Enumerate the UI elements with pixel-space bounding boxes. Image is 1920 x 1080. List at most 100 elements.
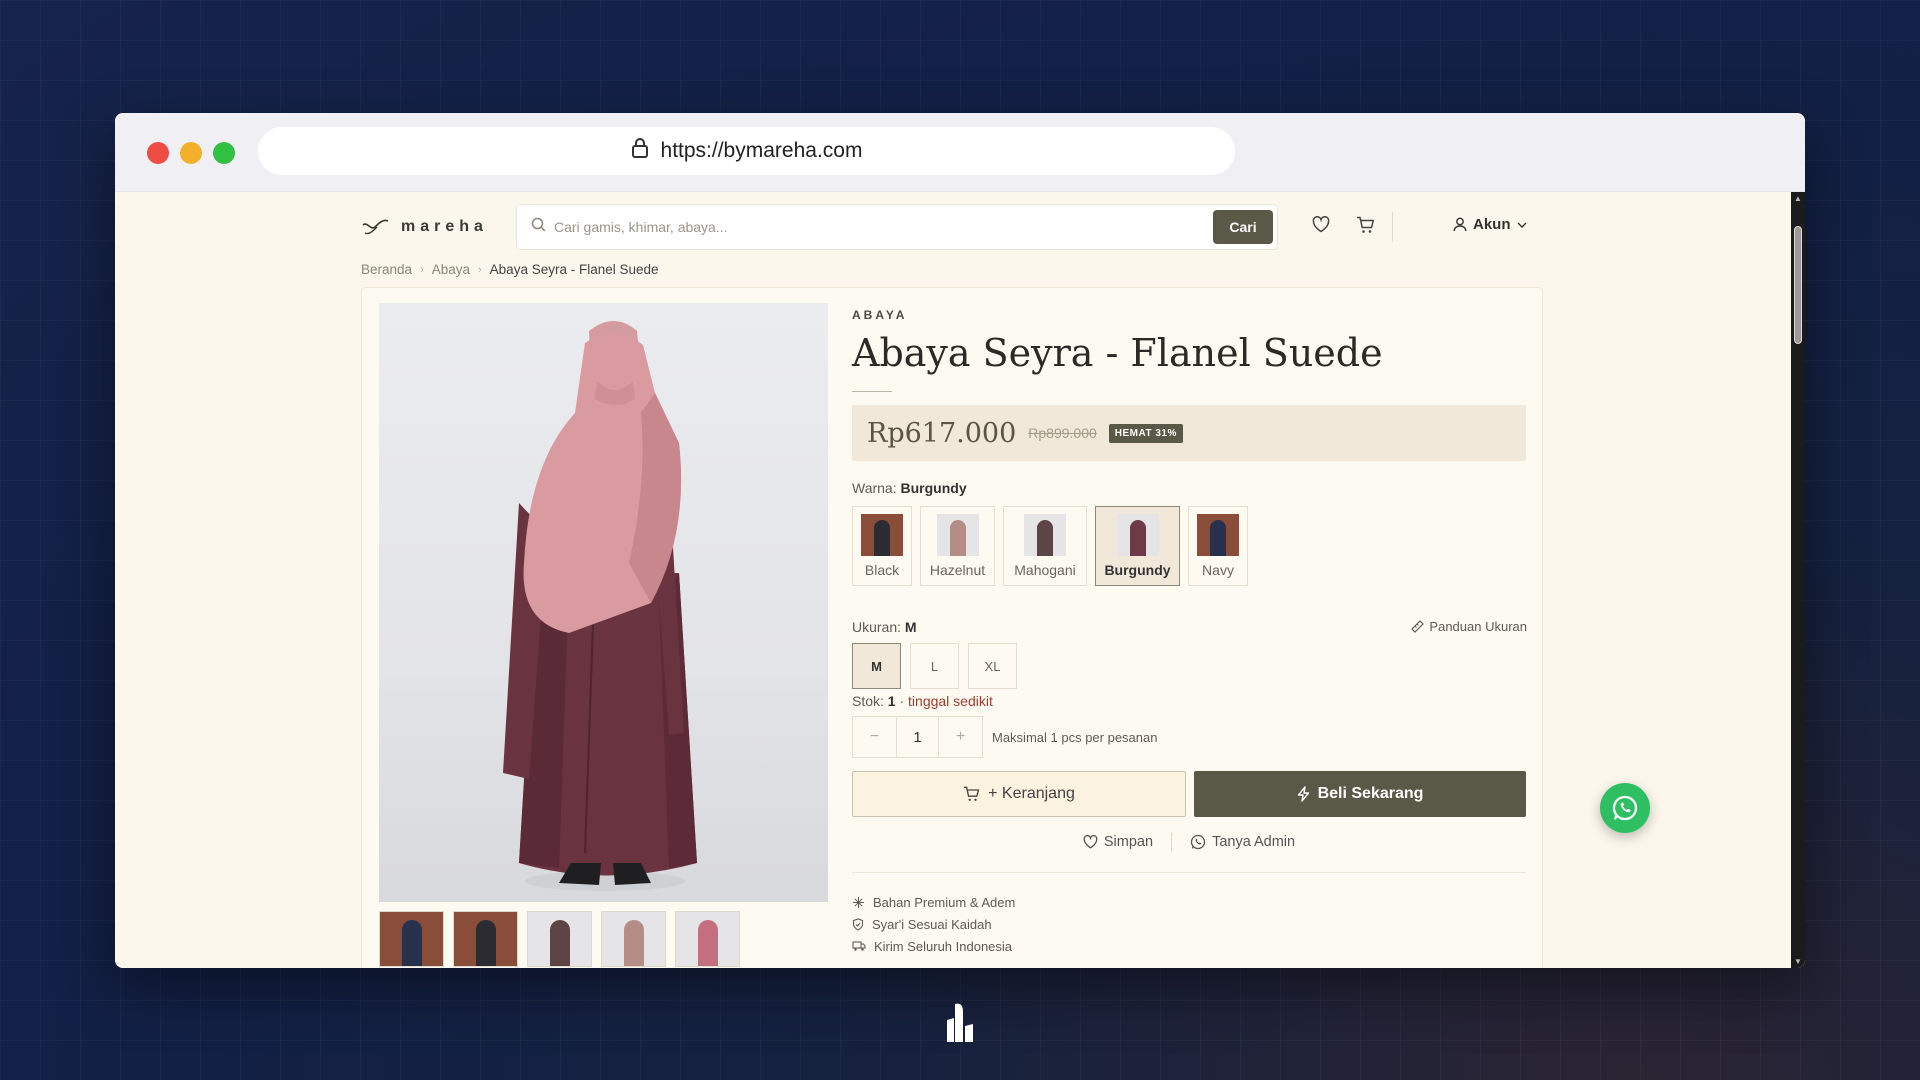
breadcrumb-chevron-icon: › [420, 263, 424, 276]
size-guide-link[interactable]: Panduan Ukuran [1411, 619, 1527, 634]
size-label: Ukuran: M [852, 619, 917, 635]
feature-label: Bahan Premium & Adem [873, 894, 1016, 910]
quantity-note: Maksimal 1 pcs per pesanan [992, 730, 1158, 745]
scroll-down-arrow-icon[interactable]: ▼ [1791, 957, 1805, 966]
color-option-navy[interactable]: Navy [1188, 506, 1248, 586]
quantity-stepper: − 1 + [852, 716, 983, 758]
address-bar[interactable]: https://bymareha.com [258, 127, 1235, 175]
color-swatch [1116, 514, 1159, 556]
color-option-hazelnut[interactable]: Hazelnut [920, 506, 995, 586]
product-price: Rp617.000 [867, 417, 1017, 449]
user-icon [1453, 217, 1467, 232]
swatch-figure [1037, 520, 1053, 556]
color-swatch [936, 514, 979, 556]
title-divider [852, 391, 892, 392]
product-price-original: Rp899.000 [1028, 425, 1097, 441]
breadcrumb-category[interactable]: Abaya [432, 262, 470, 277]
product-card: ABAYA Abaya Seyra - Flanel Suede Rp617.0… [361, 287, 1543, 968]
feature-label: Syar'i Sesuai Kaidah [872, 916, 992, 932]
color-label-text: Warna: [852, 480, 897, 496]
size-label-text: Ukuran: [852, 619, 902, 635]
quantity-decrement-button[interactable]: − [853, 717, 896, 757]
size-option-m[interactable]: M [852, 643, 901, 689]
swatch-figure [1129, 520, 1146, 556]
site-logo[interactable]: mareha [361, 217, 488, 237]
stock-low-note: · tinggal sedikit [899, 693, 993, 709]
color-option-burgundy[interactable]: Burgundy [1095, 506, 1180, 586]
product-thumbnail[interactable] [527, 911, 592, 967]
product-thumbnail[interactable] [379, 911, 444, 967]
color-option-label: Black [864, 562, 900, 578]
size-option-l[interactable]: L [910, 643, 959, 689]
truck-icon [852, 941, 866, 951]
wishlist-heart-icon[interactable] [1312, 216, 1330, 238]
page-scrollbar[interactable]: ▲ ▼ [1791, 192, 1805, 968]
color-swatch [861, 514, 903, 556]
stock-label: Stok: [852, 693, 884, 709]
account-menu[interactable]: Akun [1453, 216, 1527, 233]
url-text: https://bymareha.com [660, 139, 863, 162]
size-option-xl[interactable]: XL [968, 643, 1017, 689]
whatsapp-chat-button[interactable] [1600, 783, 1650, 833]
maximize-window-button[interactable] [213, 142, 235, 164]
swatch-figure [874, 520, 890, 556]
color-option-mahogani[interactable]: Mahogani [1003, 506, 1087, 586]
color-option-black[interactable]: Black [852, 506, 912, 586]
product-thumbnail[interactable] [601, 911, 666, 967]
feature-list: Bahan Premium & Adem Syar'i Sesuai Kaida… [852, 891, 1015, 957]
size-guide-label: Panduan Ukuran [1429, 619, 1527, 634]
whatsapp-icon [1190, 834, 1206, 850]
product-category: ABAYA [852, 308, 908, 322]
close-window-button[interactable] [147, 142, 169, 164]
thumbnail-strip [379, 911, 740, 967]
whatsapp-icon [1612, 795, 1638, 821]
secondary-actions: Simpan Tanya Admin [852, 833, 1526, 851]
scrollbar-thumb[interactable] [1794, 226, 1802, 344]
buy-now-label: Beli Sekarang [1317, 785, 1424, 802]
minimize-window-button[interactable] [180, 142, 202, 164]
browser-chrome: https://bymareha.com [115, 113, 1805, 192]
breadcrumb-current: Abaya Seyra - Flanel Suede [489, 262, 659, 277]
size-options: M L XL [852, 643, 1017, 689]
logo-text: mareha [401, 218, 488, 235]
discount-badge: HEMAT 31% [1108, 423, 1183, 443]
shield-check-icon [852, 917, 864, 931]
site-header: mareha Cari Akun [115, 192, 1791, 262]
search-input[interactable] [554, 219, 1277, 235]
thumbnail-figure [476, 920, 496, 966]
ask-admin-button[interactable]: Tanya Admin [1190, 834, 1295, 850]
quantity-value[interactable]: 1 [896, 717, 939, 757]
feature-item: Kirim Seluruh Indonesia [852, 935, 1015, 957]
lock-icon [631, 138, 649, 164]
save-wishlist-button[interactable]: Simpan [1083, 834, 1153, 850]
ruler-icon [1411, 620, 1425, 633]
swatch-figure [949, 520, 966, 556]
product-thumbnail[interactable] [453, 911, 518, 967]
actions-divider-line [852, 872, 1526, 873]
cart-icon[interactable] [1356, 216, 1375, 239]
quantity-increment-button[interactable]: + [939, 717, 982, 757]
brand-mark-icon [945, 1002, 975, 1049]
header-divider [1392, 212, 1393, 242]
stock-info: Stok: 1 · tinggal sedikit [852, 693, 993, 709]
color-option-label: Navy [1202, 562, 1234, 578]
breadcrumb-home[interactable]: Beranda [361, 262, 412, 277]
search-button[interactable]: Cari [1213, 210, 1273, 244]
color-option-label: Mahogani [1014, 562, 1076, 578]
thumbnail-figure [698, 920, 718, 966]
product-thumbnail[interactable] [675, 911, 740, 967]
add-to-cart-button[interactable]: + Keranjang [852, 771, 1186, 817]
feature-item: Bahan Premium & Adem [852, 891, 1015, 913]
color-options: Black Hazelnut Mahogani Burgundy Navy [852, 506, 1248, 586]
thumbnail-figure [402, 920, 422, 966]
feature-item: Syar'i Sesuai Kaidah [852, 913, 1015, 935]
product-title: Abaya Seyra - Flanel Suede [852, 331, 1383, 375]
model-illustration [503, 321, 697, 891]
product-main-image[interactable] [379, 303, 828, 902]
chevron-down-icon [1517, 222, 1526, 228]
search-icon [531, 217, 546, 237]
buy-now-button[interactable]: Beli Sekarang [1194, 771, 1526, 817]
color-option-label: Burgundy [1104, 562, 1171, 578]
search-bar: Cari [516, 204, 1278, 250]
scroll-up-arrow-icon[interactable]: ▲ [1791, 194, 1805, 203]
